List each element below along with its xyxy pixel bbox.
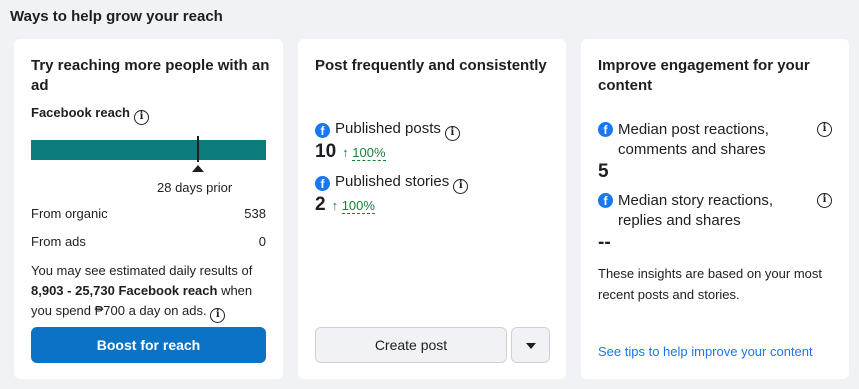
- ad-reach-card: Try reaching more people with an ad Face…: [14, 39, 283, 379]
- estimate-prefix: You may see estimated daily results of: [31, 263, 253, 278]
- chevron-down-icon: [526, 343, 536, 349]
- triangle-up-icon: [192, 165, 204, 172]
- insights-note: These insights are based on your most re…: [598, 266, 823, 302]
- engagement-card-title: Improve engagement for your content: [598, 57, 810, 94]
- published-posts-value: 10 ↑ 100%: [315, 141, 386, 163]
- organic-row: From organic 538: [31, 206, 266, 221]
- tips-link[interactable]: See tips to help improve your content: [598, 344, 813, 359]
- arrow-up-icon: ↑: [331, 198, 339, 213]
- facebook-reach-text: Facebook reach: [31, 105, 130, 120]
- engagement-card: Improve engagement for your content f Med…: [581, 39, 849, 379]
- published-posts-text: Published posts: [335, 120, 441, 137]
- create-post-dropdown[interactable]: [511, 327, 550, 363]
- facebook-reach-label: Facebook reach i: [31, 105, 149, 125]
- published-posts-change-pct[interactable]: 100%: [352, 145, 386, 161]
- info-icon[interactable]: i: [453, 179, 469, 194]
- published-stories-change: ↑ 100%: [331, 198, 375, 214]
- published-stories-text: Published stories: [335, 173, 450, 190]
- median-post-reactions-label: f Median post reactions, comments and sha…: [598, 120, 818, 160]
- info-icon[interactable]: i: [817, 193, 832, 208]
- section-title: Ways to help grow your reach: [10, 8, 223, 25]
- facebook-icon: f: [315, 123, 330, 138]
- organic-value: 538: [244, 206, 266, 221]
- info-icon[interactable]: i: [134, 110, 149, 125]
- published-stories-value: 2 ↑ 100%: [315, 194, 375, 216]
- arrow-up-icon: ↑: [342, 145, 349, 160]
- create-post-button[interactable]: Create post: [315, 327, 507, 363]
- ads-value: 0: [258, 234, 266, 249]
- facebook-icon: f: [598, 193, 613, 208]
- median-post-reactions-text: Median post reactions, comments and shar…: [618, 121, 769, 158]
- estimate-text: You may see estimated daily results of 8…: [31, 261, 271, 323]
- facebook-icon: f: [598, 122, 613, 137]
- published-posts-count: 10: [315, 141, 337, 162]
- ads-label: From ads: [31, 234, 86, 249]
- reach-caption: 28 days prior: [157, 180, 233, 195]
- median-post-reactions-value: 5: [598, 161, 609, 182]
- ads-row: From ads 0: [31, 234, 266, 249]
- boost-button[interactable]: Boost for reach: [31, 327, 266, 363]
- published-posts-label: f Published posts i: [315, 120, 460, 141]
- reach-marker: [197, 136, 199, 162]
- median-story-reactions-value: --: [598, 232, 611, 253]
- facebook-icon: f: [315, 176, 330, 191]
- info-icon[interactable]: i: [817, 122, 832, 137]
- organic-label: From organic: [31, 206, 108, 221]
- median-story-reactions-text: Median story reactions, replies and shar…: [618, 192, 774, 229]
- published-posts-change: ↑ 100%: [342, 145, 386, 161]
- post-frequency-card: Post frequently and consistently f Publis…: [298, 39, 566, 379]
- reach-bar: [31, 140, 266, 160]
- published-stories-count: 2: [315, 194, 326, 215]
- ad-card-title: Try reaching more people with an ad: [31, 57, 270, 94]
- info-icon[interactable]: i: [210, 308, 226, 323]
- info-icon[interactable]: i: [444, 126, 460, 141]
- post-card-title: Post frequently and consistently: [315, 57, 547, 74]
- estimate-range: 8,903 - 25,730 Facebook reach: [31, 283, 218, 298]
- published-stories-label: f Published stories i: [315, 173, 469, 194]
- published-stories-change-pct[interactable]: 100%: [341, 198, 375, 214]
- median-story-reactions-label: f Median story reactions, replies and sha…: [598, 191, 818, 231]
